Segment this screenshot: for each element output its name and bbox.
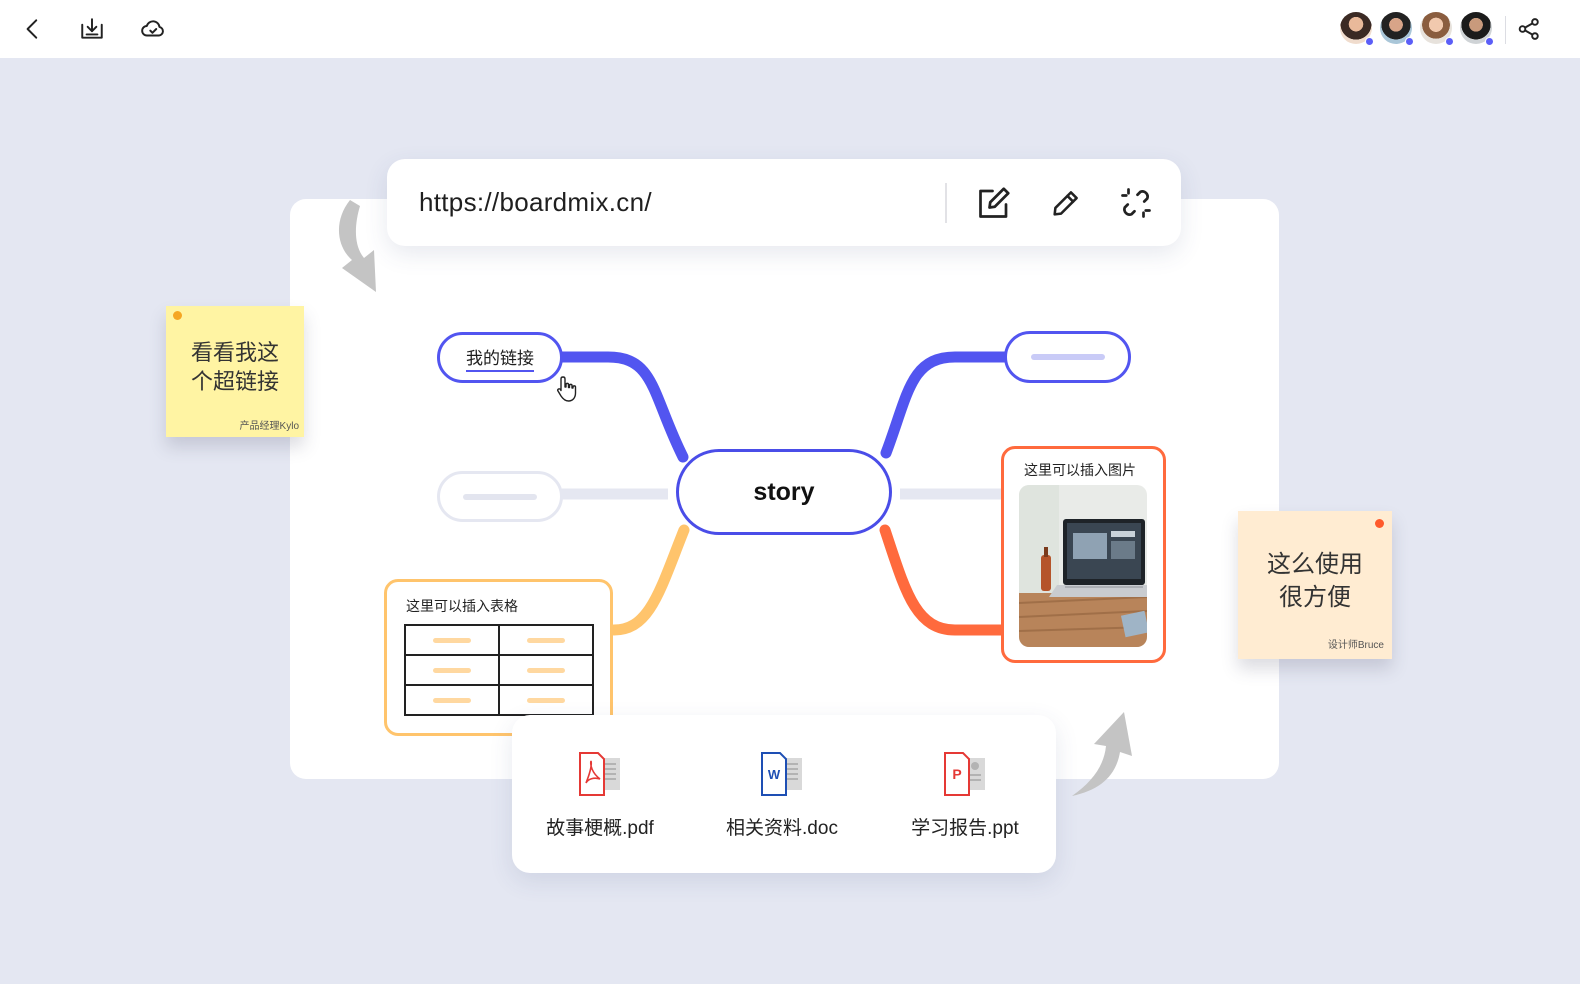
mini-table — [404, 624, 594, 716]
top-toolbar — [0, 0, 1580, 58]
share-icon[interactable] — [1514, 14, 1544, 44]
table-cell — [405, 685, 499, 715]
note-line: 个超链接 — [190, 369, 279, 394]
laptop-photo — [1019, 485, 1147, 647]
attachments-panel: 故事梗概.pdf W 相关资料.doc P 学习报告.ppt — [512, 715, 1056, 873]
pen-icon[interactable] — [1046, 183, 1086, 223]
cloud-icon[interactable] — [138, 14, 168, 44]
avatar[interactable] — [1460, 12, 1494, 46]
image-node-title: 这里可以插入图片 — [1024, 462, 1136, 478]
pdf-file-icon — [579, 752, 620, 796]
svg-text:W: W — [768, 767, 781, 782]
collaborator-avatars — [1340, 12, 1494, 46]
file-attachment-doc[interactable]: W 相关资料.doc — [702, 749, 862, 840]
link-url[interactable]: https://boardmix.cn/ — [419, 187, 652, 218]
placeholder-bar — [1030, 354, 1105, 360]
sticky-note-text: 看看我这 个超链接 — [166, 338, 304, 396]
file-attachment-pdf[interactable]: 故事梗概.pdf — [520, 749, 680, 840]
image-node[interactable]: 这里可以插入图片 — [1001, 446, 1166, 663]
table-cell — [405, 655, 499, 685]
file-name: 相关资料.doc — [726, 818, 838, 839]
divider — [945, 183, 947, 223]
mindmap-empty-node[interactable] — [1004, 331, 1131, 383]
table-node[interactable]: 这里可以插入表格 — [384, 579, 613, 736]
note-line: 看看我这 — [190, 340, 279, 365]
avatar[interactable] — [1340, 12, 1374, 46]
sticky-note-text: 这么使用 很方便 — [1238, 548, 1392, 614]
placeholder-bar — [463, 493, 537, 500]
sticky-note-yellow[interactable]: 看看我这 个超链接 产品经理Kylo — [166, 306, 304, 437]
note-line: 很方便 — [1279, 584, 1351, 611]
mindmap-center-node[interactable]: story — [676, 449, 892, 535]
avatar[interactable] — [1380, 12, 1414, 46]
edit-link-icon[interactable] — [974, 183, 1014, 223]
curved-arrow-icon — [338, 200, 376, 292]
download-icon[interactable] — [77, 14, 107, 44]
link-toolbar: https://boardmix.cn/ — [387, 159, 1181, 246]
avatar[interactable] — [1420, 12, 1454, 46]
hand-cursor-icon — [557, 376, 577, 402]
note-pin — [173, 311, 182, 320]
table-node-title: 这里可以插入表格 — [406, 598, 518, 614]
table-cell — [499, 655, 593, 685]
back-icon[interactable] — [18, 14, 48, 44]
sticky-note-peach[interactable]: 这么使用 很方便 设计师Bruce — [1238, 511, 1392, 659]
file-attachment-ppt[interactable]: P 学习报告.ppt — [885, 749, 1045, 840]
mindmap-empty-node[interactable] — [437, 471, 563, 522]
file-name: 学习报告.ppt — [911, 818, 1019, 839]
table-cell — [405, 625, 499, 655]
note-author: 设计师Bruce — [1327, 640, 1384, 651]
curved-arrow-icon — [1072, 712, 1132, 796]
note-pin — [1375, 519, 1384, 528]
divider — [1505, 16, 1506, 44]
svg-text:P: P — [952, 766, 961, 782]
link-node-label[interactable]: 我的链接 — [466, 344, 534, 372]
ppt-file-icon: P — [944, 752, 985, 796]
note-author: 产品经理Kylo — [239, 421, 299, 432]
note-line: 这么使用 — [1267, 551, 1363, 578]
table-cell — [499, 685, 593, 715]
file-name: 故事梗概.pdf — [546, 818, 654, 839]
table-cell — [499, 625, 593, 655]
word-file-icon: W — [761, 752, 802, 796]
unlink-icon[interactable] — [1116, 183, 1156, 223]
mindmap-link-node[interactable]: 我的链接 — [437, 332, 563, 383]
